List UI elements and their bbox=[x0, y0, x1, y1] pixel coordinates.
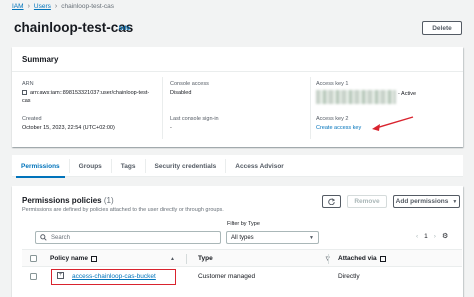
filter-by-type-label: Filter by Type bbox=[227, 221, 260, 227]
external-link-icon bbox=[90, 255, 97, 262]
column-attached-via[interactable]: Attached via bbox=[338, 255, 386, 262]
create-access-key-link[interactable]: Create access key bbox=[316, 124, 361, 132]
column-divider bbox=[310, 77, 311, 139]
info-link[interactable]: Info bbox=[119, 26, 130, 32]
permissions-title: Permissions policies (1) bbox=[22, 196, 114, 205]
select-all-checkbox[interactable] bbox=[30, 255, 37, 262]
row-checkbox[interactable] bbox=[30, 273, 37, 280]
search-icon bbox=[40, 234, 47, 241]
summary-title: Summary bbox=[22, 55, 59, 64]
page-title: chainloop-test-cas bbox=[14, 20, 134, 35]
page-number[interactable]: 1 bbox=[424, 233, 428, 240]
divider bbox=[12, 71, 463, 72]
chevron-right-icon: › bbox=[27, 3, 30, 10]
console-access-label: Console access bbox=[170, 81, 209, 87]
breadcrumb-current: chainloop-test-cas bbox=[61, 3, 114, 10]
tab-security-credentials[interactable]: Security credentials bbox=[146, 159, 227, 173]
gear-icon[interactable]: ⚙ bbox=[442, 232, 448, 240]
tab-access-advisor[interactable]: Access Advisor bbox=[226, 159, 293, 173]
breadcrumb-users[interactable]: Users bbox=[34, 3, 51, 10]
created-value: October 15, 2023, 22:54 (UTC+02:00) bbox=[22, 125, 115, 131]
table-header: Policy name ▲ Type ▽ Attached via bbox=[22, 249, 462, 267]
tab-groups[interactable]: Groups bbox=[70, 159, 112, 173]
sort-icon[interactable]: ▲ bbox=[170, 256, 175, 262]
column-type[interactable]: Type ▽ bbox=[198, 255, 330, 262]
chevron-right-icon: › bbox=[54, 3, 58, 10]
access-key-1-label: Access key 1 bbox=[316, 81, 349, 87]
created-label: Created bbox=[22, 116, 42, 122]
expand-icon[interactable]: + bbox=[57, 272, 64, 279]
breadcrumb: IAM › Users › chainloop-test-cas bbox=[12, 3, 114, 10]
refresh-icon bbox=[328, 198, 335, 205]
external-link-icon bbox=[379, 255, 386, 262]
search-placeholder: Search bbox=[51, 234, 71, 241]
tab-tags[interactable]: Tags bbox=[112, 159, 146, 173]
access-key-1-status: - Active bbox=[398, 91, 417, 97]
remove-button[interactable]: Remove bbox=[347, 195, 387, 208]
permissions-description: Permissions are defined by policies atta… bbox=[22, 207, 224, 213]
caret-down-icon: ▼ bbox=[452, 198, 458, 205]
table-row[interactable]: + access-chainloop-cas-bucket Customer m… bbox=[22, 267, 462, 287]
tab-bar: Permissions Groups Tags Security credent… bbox=[12, 155, 463, 178]
caret-down-icon: ▼ bbox=[309, 234, 314, 241]
redacted-access-key bbox=[316, 90, 396, 104]
arn-label: ARN bbox=[22, 81, 34, 87]
access-key-2-label: Access key 2 bbox=[316, 116, 349, 122]
refresh-button[interactable] bbox=[322, 195, 341, 208]
pagination: ‹ 1 › ⚙ bbox=[416, 232, 448, 241]
column-policy-name[interactable]: Policy name ▲ bbox=[50, 255, 175, 262]
column-policy-name-label: Policy name bbox=[50, 255, 88, 262]
permissions-panel: Permissions policies (1) Permissions are… bbox=[12, 186, 463, 297]
breadcrumb-iam[interactable]: IAM bbox=[12, 3, 24, 10]
policy-type: Customer managed bbox=[198, 273, 256, 280]
column-divider bbox=[162, 77, 163, 139]
column-separator bbox=[328, 254, 329, 264]
arn-text: arn:aws:iam::898153321037:user/chainloop… bbox=[22, 90, 150, 104]
column-attached-via-label: Attached via bbox=[338, 255, 377, 262]
search-input[interactable]: Search bbox=[35, 231, 221, 244]
add-permissions-button[interactable]: Add permissions ▼ bbox=[393, 195, 460, 208]
policy-attached-via: Directly bbox=[338, 273, 360, 280]
permissions-count: (1) bbox=[103, 196, 114, 205]
chevron-right-icon[interactable]: › bbox=[434, 233, 436, 240]
column-separator bbox=[186, 254, 187, 264]
console-access-value: Disabled bbox=[170, 90, 192, 96]
tab-permissions[interactable]: Permissions bbox=[12, 159, 70, 178]
type-filter-value: All types bbox=[231, 234, 254, 241]
chevron-left-icon[interactable]: ‹ bbox=[416, 233, 418, 240]
policy-name-link[interactable]: access-chainloop-cas-bucket bbox=[72, 273, 156, 280]
column-type-label: Type bbox=[198, 255, 213, 262]
last-signin-value: - bbox=[170, 125, 172, 131]
last-signin-label: Last console sign-in bbox=[170, 116, 219, 122]
delete-button[interactable]: Delete bbox=[422, 21, 462, 35]
copy-icon[interactable] bbox=[22, 90, 27, 95]
arn-value: arn:aws:iam::898153321037:user/chainloop… bbox=[22, 89, 157, 105]
type-filter-select[interactable]: All types ▼ bbox=[226, 231, 319, 244]
add-permissions-label: Add permissions bbox=[395, 198, 449, 205]
permissions-title-text: Permissions policies bbox=[22, 196, 102, 205]
